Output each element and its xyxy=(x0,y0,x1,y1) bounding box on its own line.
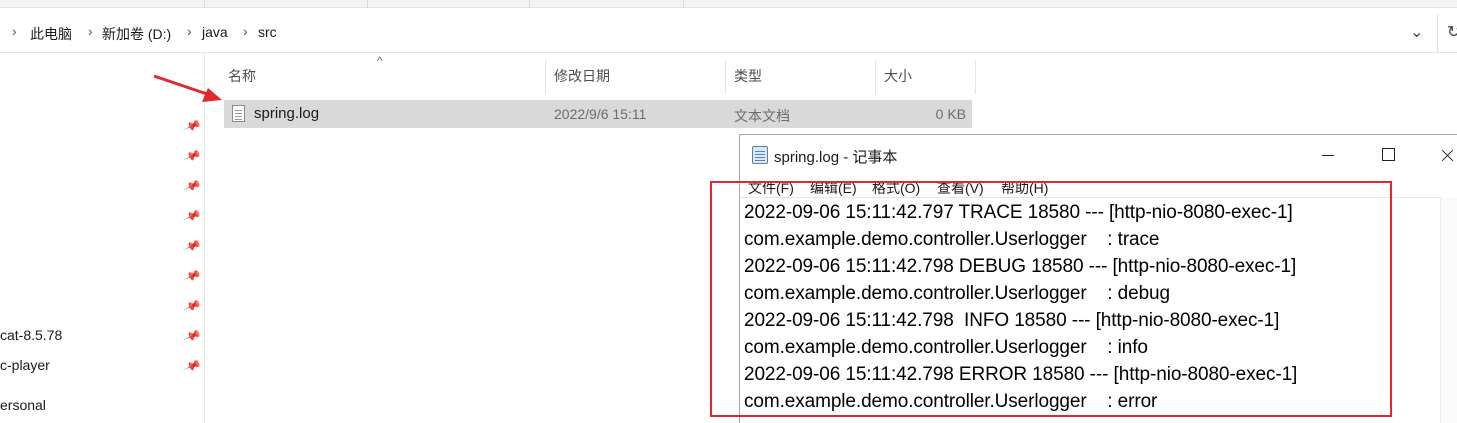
pin-icon[interactable]: 📌 xyxy=(183,327,202,345)
quick-access-item[interactable]: c-player xyxy=(0,357,50,373)
ribbon-separator xyxy=(683,0,684,8)
chevron-right-icon[interactable]: › xyxy=(243,23,248,39)
menu-edit[interactable]: 编辑(E) xyxy=(810,178,857,198)
log-line: 2022-09-06 15:11:42.797 TRACE 18580 --- … xyxy=(744,202,1293,223)
pin-icon[interactable]: 📌 xyxy=(183,207,202,225)
column-header-type[interactable]: 类型 xyxy=(734,66,762,86)
chevron-right-icon[interactable]: › xyxy=(88,23,93,39)
breadcrumb-src[interactable]: src xyxy=(258,24,277,40)
column-header-name[interactable]: 名称 xyxy=(228,66,256,86)
notepad-menubar: 文件(F) 编辑(E) 格式(O) 查看(V) 帮助(H) xyxy=(740,175,1457,197)
vertical-scrollbar[interactable] xyxy=(1440,197,1457,423)
maximize-icon[interactable] xyxy=(1358,135,1418,175)
quick-access-item[interactable]: ersonal xyxy=(0,397,46,413)
text-file-icon xyxy=(232,105,245,122)
menu-help[interactable]: 帮助(H) xyxy=(1001,178,1048,198)
chevron-right-icon[interactable]: › xyxy=(187,23,192,39)
notepad-window[interactable]: spring.log - 记事本 文件(F) 编辑(E) 格式(O) 查看(V)… xyxy=(739,134,1457,423)
column-divider[interactable] xyxy=(545,60,546,94)
file-modified-date: 2022/9/6 15:11 xyxy=(554,106,647,122)
window-title: spring.log - 记事本 xyxy=(774,149,898,166)
breadcrumb-this-pc[interactable]: 此电脑 xyxy=(30,24,72,44)
pin-icon[interactable]: 📌 xyxy=(183,297,202,315)
column-divider[interactable] xyxy=(975,60,976,94)
refresh-icon[interactable]: ↻ xyxy=(1447,22,1457,42)
pin-icon[interactable]: 📌 xyxy=(183,177,202,195)
column-header-size[interactable]: 大小 xyxy=(884,66,912,86)
breadcrumb-java[interactable]: java xyxy=(202,24,228,40)
quick-access-item[interactable]: cat-8.5.78 xyxy=(0,327,62,343)
breadcrumb-drive-d[interactable]: 新加卷 (D:) xyxy=(102,24,171,44)
column-header-modified[interactable]: 修改日期 xyxy=(554,66,610,86)
ribbon-strip xyxy=(0,0,1457,8)
log-line: 2022-09-06 15:11:42.798 ERROR 18580 --- … xyxy=(744,364,1298,385)
chevron-right-icon[interactable]: › xyxy=(12,23,17,39)
log-line: com.example.demo.controller.Userlogger :… xyxy=(744,391,1158,412)
file-size: 0 KB xyxy=(935,106,966,122)
file-row-spring-log[interactable]: spring.log 2022/9/6 15:11 文本文档 0 KB xyxy=(224,100,972,128)
log-line: com.example.demo.controller.Userlogger :… xyxy=(744,229,1160,250)
menu-file[interactable]: 文件(F) xyxy=(748,178,794,198)
address-bar[interactable]: › 此电脑 › 新加卷 (D:) › java › src ⌄ xyxy=(0,14,1437,52)
column-divider[interactable] xyxy=(875,60,876,94)
pin-icon[interactable]: 📌 xyxy=(183,147,202,165)
log-line: 2022-09-06 15:11:42.798 DEBUG 18580 --- … xyxy=(744,256,1297,277)
ribbon-separator xyxy=(367,0,368,8)
log-line: com.example.demo.controller.Userlogger :… xyxy=(744,283,1170,304)
menu-view[interactable]: 查看(V) xyxy=(937,178,984,198)
minimize-icon[interactable] xyxy=(1298,135,1358,175)
sort-up-icon: ^ xyxy=(377,54,383,68)
pin-icon[interactable]: 📌 xyxy=(183,117,202,135)
file-type: 文本文档 xyxy=(734,108,790,124)
chevron-down-icon[interactable]: ⌄ xyxy=(1410,22,1423,42)
address-divider xyxy=(1437,14,1438,52)
address-bar-border xyxy=(0,52,1457,53)
pin-icon[interactable]: 📌 xyxy=(183,357,202,375)
notepad-titlebar[interactable]: spring.log - 记事本 xyxy=(740,135,1457,175)
notepad-icon xyxy=(752,146,768,164)
log-line: com.example.demo.controller.Userlogger :… xyxy=(744,337,1148,358)
menu-format[interactable]: 格式(O) xyxy=(872,178,920,198)
log-line: 2022-09-06 15:11:42.798 INFO 18580 --- [… xyxy=(744,310,1280,331)
notepad-text-area[interactable]: 2022-09-06 15:11:42.797 TRACE 18580 --- … xyxy=(740,197,1457,423)
file-name[interactable]: spring.log xyxy=(254,105,319,122)
column-divider[interactable] xyxy=(725,60,726,94)
close-icon[interactable] xyxy=(1418,135,1457,175)
pin-icon[interactable]: 📌 xyxy=(183,237,202,255)
ribbon-separator xyxy=(204,0,205,8)
ribbon-separator xyxy=(529,0,530,8)
pin-icon[interactable]: 📌 xyxy=(183,267,202,285)
annotation-arrow-icon xyxy=(153,74,222,102)
